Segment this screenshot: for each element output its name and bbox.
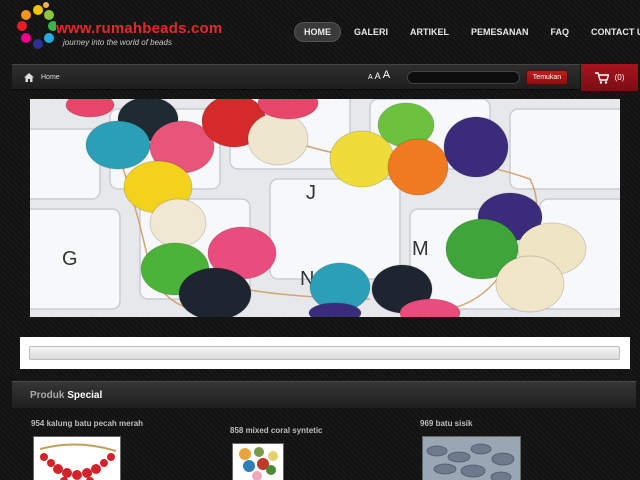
beads-on-keyboard-image: G J N M	[30, 99, 620, 317]
slider-strip	[20, 337, 630, 369]
shopping-cart-icon	[594, 71, 609, 84]
product-name[interactable]: 954 kalung batu pecah merah	[31, 419, 143, 428]
nav-home[interactable]: HOME	[294, 22, 341, 42]
key-label-g: G	[62, 248, 78, 270]
nav-contact-us[interactable]: CONTACT US	[582, 23, 640, 41]
cart-button[interactable]: (0)	[581, 64, 638, 91]
product-item[interactable]: 858 mixed coral syntetic	[230, 426, 323, 435]
font-size-medium-button[interactable]: A	[375, 72, 381, 81]
products-title: Produk Special	[30, 390, 102, 401]
products-title-highlight: Special	[67, 390, 103, 401]
font-size-controls: A A A	[368, 70, 392, 82]
logo-bead-ring-icon	[17, 2, 56, 49]
search-button[interactable]: Temukan	[526, 70, 568, 85]
search-input[interactable]	[407, 71, 520, 84]
nav-artikel[interactable]: ARTIKEL	[401, 23, 458, 41]
product-thumbnail[interactable]	[232, 443, 284, 480]
breadcrumb[interactable]: Home	[41, 74, 60, 81]
product-thumbnail[interactable]	[33, 436, 121, 480]
slider-track[interactable]	[29, 346, 620, 360]
products-header: Produk Special	[12, 381, 636, 408]
toolbar: Home A A A Temukan	[12, 64, 580, 90]
nav-pemesanan[interactable]: PEMESANAN	[462, 23, 538, 41]
key-label-m: M	[412, 238, 429, 260]
logo[interactable]: www.rumahbeads.com journey into the worl…	[16, 0, 222, 62]
hero-banner[interactable]: G J N M	[30, 99, 620, 317]
logo-url-text: www.rumahbeads.com	[56, 20, 223, 37]
product-name[interactable]: 969 batu sisik	[420, 419, 472, 428]
product-item[interactable]: 969 batu sisik	[420, 419, 472, 428]
batu-sisik-stones-image	[423, 437, 520, 480]
logo-tagline: journey into the world of beads	[63, 38, 172, 47]
site-header: www.rumahbeads.com journey into the worl…	[0, 0, 640, 64]
product-item[interactable]: 954 kalung batu pecah merah	[31, 419, 143, 428]
font-size-large-button[interactable]: A	[383, 70, 390, 81]
nav-faq[interactable]: FAQ	[542, 23, 579, 41]
mixed-coral-beads-image	[233, 444, 283, 480]
font-size-small-button[interactable]: A	[368, 74, 373, 81]
cart-count: (0)	[614, 73, 625, 82]
key-label-j: J	[306, 182, 316, 204]
home-icon[interactable]	[24, 73, 34, 82]
products-title-normal: Produk	[30, 390, 65, 401]
product-thumbnail[interactable]	[422, 436, 521, 480]
main-nav: HOME GALERI ARTIKEL PEMESANAN FAQ CONTAC…	[290, 22, 640, 42]
product-name[interactable]: 858 mixed coral syntetic	[230, 426, 323, 435]
red-coral-necklace-image	[34, 437, 120, 480]
nav-galeri[interactable]: GALERI	[345, 23, 397, 41]
